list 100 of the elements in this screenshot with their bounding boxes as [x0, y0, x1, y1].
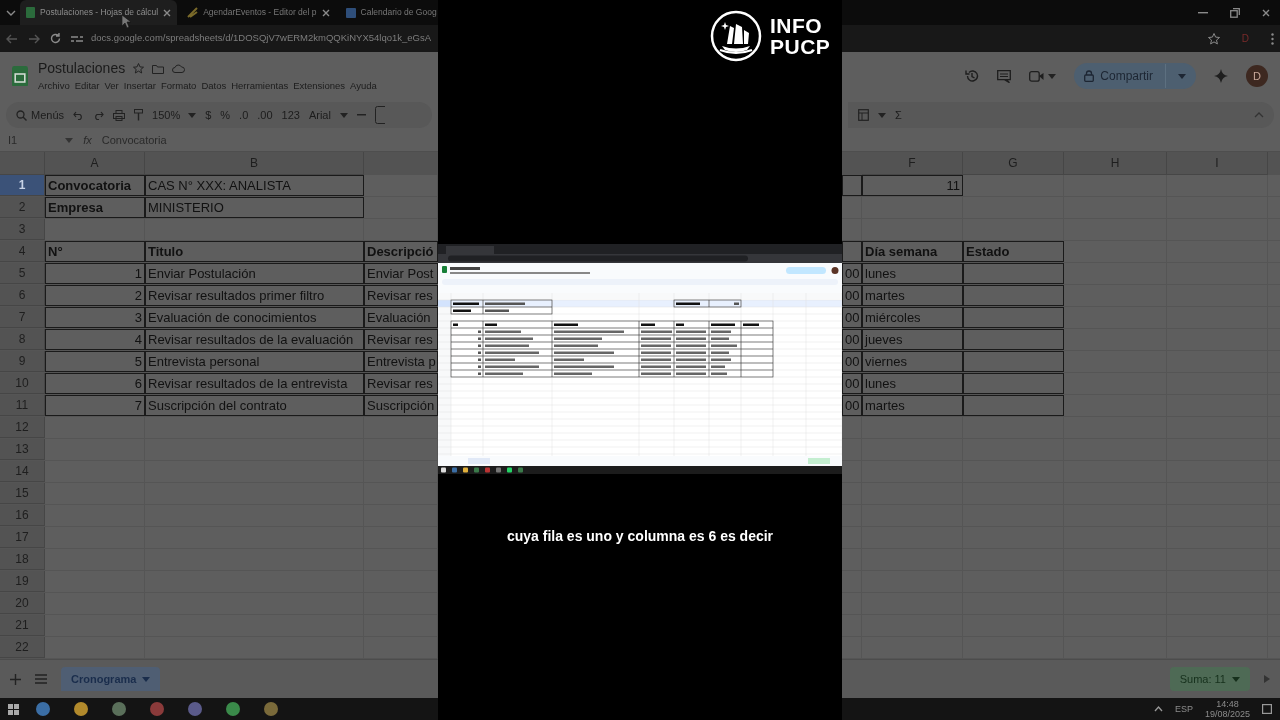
table-cell[interactable]: Suscripción — [364, 395, 438, 416]
table-cell[interactable]: Revisar resultados de la evaluación — [145, 329, 364, 350]
close-icon[interactable] — [321, 8, 330, 17]
comment-icon[interactable] — [997, 69, 1012, 83]
document-title[interactable]: Postulaciones — [38, 58, 126, 80]
table-cell[interactable]: 00 — [842, 373, 862, 394]
table-cell[interactable]: Revisar res — [364, 373, 438, 394]
notification-icon[interactable] — [1262, 704, 1272, 714]
cloud-icon[interactable] — [172, 64, 186, 74]
menu-item[interactable]: Archivo — [38, 79, 70, 94]
caret-icon[interactable] — [142, 676, 151, 682]
share-button[interactable]: Compartir — [1074, 63, 1196, 89]
table-cell[interactable]: Día semana — [862, 241, 963, 262]
clock[interactable]: 14:48 19/08/2025 — [1204, 699, 1250, 719]
toolbar-button[interactable]: 123 — [281, 106, 300, 124]
menu-item[interactable]: Herramientas — [231, 79, 289, 94]
forward-icon[interactable] — [28, 33, 40, 44]
functions-button[interactable]: Σ — [895, 106, 902, 124]
table-cell[interactable]: 00 — [842, 285, 862, 306]
table-cell[interactable] — [963, 307, 1064, 328]
table-cell[interactable]: Evaluación — [364, 307, 438, 328]
table-cell[interactable]: lunes — [862, 263, 963, 284]
table-cell[interactable]: Revisar resultados de la entrevista — [145, 373, 364, 394]
table-cell[interactable]: viernes — [862, 351, 963, 372]
table-cell[interactable]: 00 — [842, 307, 862, 328]
browser-tab[interactable]: Postulaciones - Hojas de cálcul — [20, 0, 178, 25]
table-cell[interactable] — [963, 351, 1064, 372]
star-icon[interactable] — [133, 63, 145, 75]
table-cell[interactable]: Enviar Post — [364, 263, 438, 284]
row-header[interactable]: 1 — [0, 175, 45, 196]
table-cell[interactable]: martes — [862, 285, 963, 306]
scroll-arrow-icon[interactable] — [1264, 675, 1270, 683]
table-cell[interactable] — [963, 329, 1064, 350]
menu-item[interactable]: Formato — [161, 79, 197, 94]
table-cell[interactable]: 00 — [842, 329, 862, 350]
more-icon[interactable] — [1271, 32, 1274, 45]
table-cell[interactable] — [842, 175, 862, 196]
avatar[interactable]: D — [1246, 65, 1268, 87]
table-cell[interactable]: Entrevista p — [364, 351, 438, 372]
site-info-icon[interactable] — [71, 33, 83, 44]
table-cell[interactable]: 3 — [45, 307, 145, 328]
collapse-icon[interactable] — [1254, 112, 1264, 118]
table-cell[interactable] — [842, 241, 862, 262]
table-cell[interactable]: Revisar resultados primer filtro — [145, 285, 364, 306]
menu-item[interactable]: Datos — [201, 79, 227, 94]
extension-icon[interactable]: D — [1241, 31, 1249, 46]
zoom-dropdown[interactable]: 150% — [152, 106, 197, 124]
table-cell[interactable]: Revisar res — [364, 285, 438, 306]
reload-icon[interactable] — [50, 33, 61, 44]
language-indicator[interactable]: ESP — [1174, 704, 1193, 714]
table-cell[interactable]: 7 — [45, 395, 145, 416]
table-cell[interactable]: Suscripción del contrato — [145, 395, 364, 416]
table-cell[interactable]: 11 — [862, 175, 963, 196]
search-field[interactable]: Menús — [16, 106, 65, 124]
table-cell[interactable] — [963, 285, 1064, 306]
table-cell[interactable]: MINISTERIO — [145, 197, 364, 218]
browser-tab[interactable]: AgendarEventos - Editor del p — [181, 0, 336, 25]
caret-icon[interactable] — [878, 112, 886, 118]
menu-item[interactable]: Editar — [74, 79, 100, 94]
gemini-icon[interactable] — [1214, 69, 1228, 83]
table-cell[interactable] — [963, 263, 1064, 284]
print-icon[interactable] — [113, 109, 126, 121]
table-cell[interactable]: 4 — [45, 329, 145, 350]
menu-item[interactable]: Insertar — [123, 79, 156, 94]
minus-icon[interactable] — [356, 114, 366, 116]
table-cell[interactable] — [963, 395, 1064, 416]
table-icon[interactable] — [858, 109, 869, 121]
table-cell[interactable]: 2 — [45, 285, 145, 306]
table-cell[interactable]: Enviar Postulación — [145, 263, 364, 284]
toolbar-button[interactable]: $ — [205, 106, 212, 124]
table-cell[interactable]: 00 — [842, 351, 862, 372]
menu-item[interactable]: Ver — [104, 79, 119, 94]
table-cell[interactable] — [963, 373, 1064, 394]
table-cell[interactable]: Revisar res — [364, 329, 438, 350]
table-cell[interactable]: Evaluación de conocimientos — [145, 307, 364, 328]
table-cell[interactable]: 00 — [842, 395, 862, 416]
menu-item[interactable]: Extensiones — [293, 79, 345, 94]
video-call-icon[interactable] — [1029, 70, 1045, 82]
browser-tab[interactable]: Calendario de Goog — [339, 0, 438, 25]
font-dropdown[interactable]: Arial — [308, 106, 331, 124]
table-cell[interactable]: Entrevista personal — [145, 351, 364, 372]
minimize-icon[interactable] — [1198, 11, 1208, 14]
close-icon[interactable] — [1262, 8, 1270, 17]
caret-icon[interactable] — [1232, 676, 1240, 682]
caret-down-icon[interactable] — [6, 9, 16, 16]
table-cell[interactable]: Convocatoria — [45, 175, 145, 196]
table-cell[interactable]: miércoles — [862, 307, 963, 328]
table-cell[interactable]: Descripció — [364, 241, 438, 262]
table-cell[interactable]: Titulo — [145, 241, 364, 262]
table-cell[interactable]: CAS N° XXX: ANALISTA — [145, 175, 364, 196]
restore-icon[interactable] — [1230, 7, 1240, 18]
table-cell[interactable]: 6 — [45, 373, 145, 394]
table-cell[interactable]: 00 — [842, 263, 862, 284]
caret-icon[interactable] — [65, 138, 74, 143]
menu-item[interactable]: Ayuda — [350, 79, 377, 94]
table-cell[interactable]: jueves — [862, 329, 963, 350]
table-cell[interactable]: martes — [862, 395, 963, 416]
toolbar-button[interactable]: .0 — [239, 106, 249, 124]
back-icon[interactable] — [6, 33, 18, 44]
windows-icon[interactable] — [8, 703, 19, 715]
